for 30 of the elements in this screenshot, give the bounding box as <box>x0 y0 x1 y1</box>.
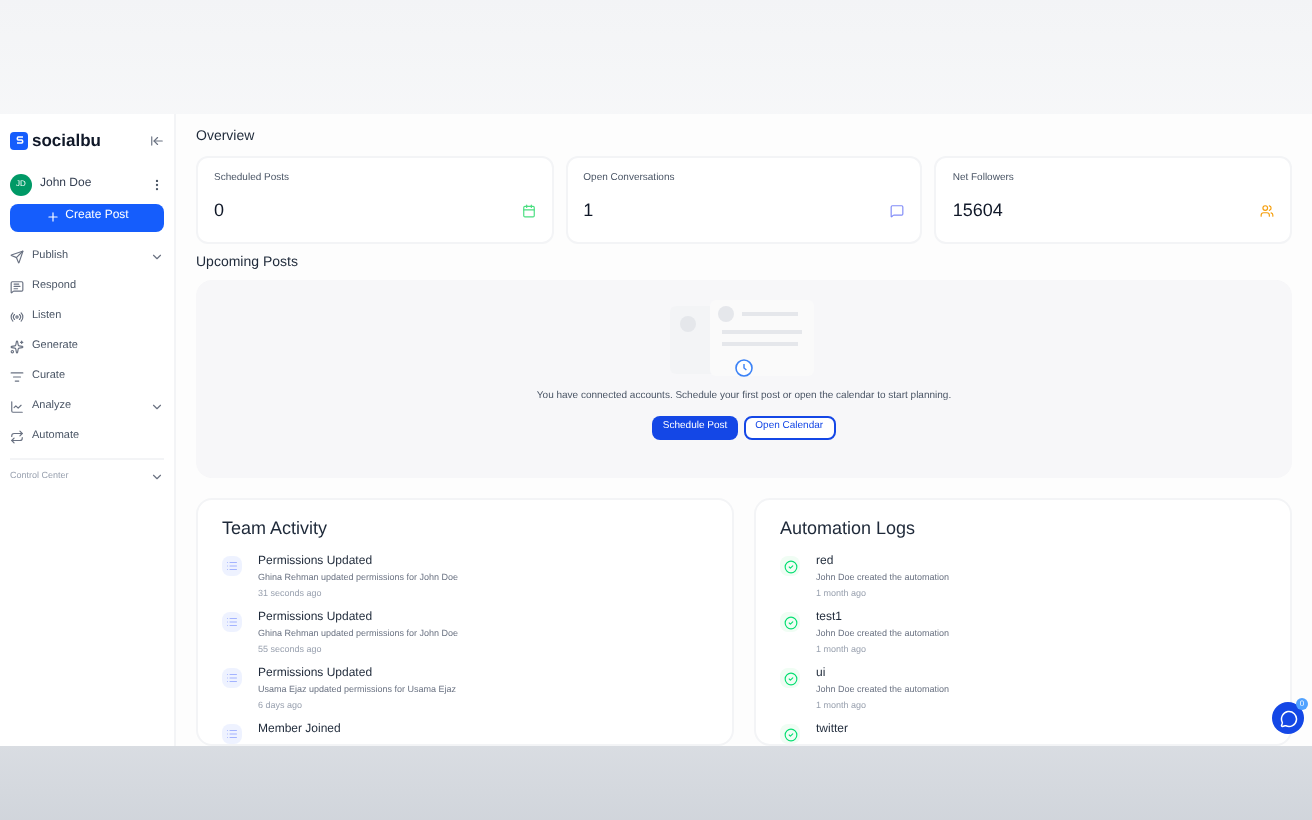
send-icon <box>10 249 24 264</box>
check-icon <box>780 668 800 688</box>
check-icon <box>780 556 800 576</box>
users-icon <box>1260 204 1274 219</box>
brand-name: socialbu <box>32 128 101 154</box>
stat-value: 1 <box>583 198 594 224</box>
chat-icon <box>10 279 24 294</box>
chart-icon <box>10 399 24 414</box>
chat-icon <box>1279 709 1297 727</box>
panel-title: Automation Logs <box>780 515 918 542</box>
message-icon <box>890 204 905 219</box>
plus-icon <box>45 210 60 225</box>
logo-icon <box>10 131 28 150</box>
list-icon <box>222 556 242 576</box>
repeat-icon <box>10 429 24 444</box>
check-icon <box>780 612 800 632</box>
collapse-icon[interactable] <box>150 133 164 148</box>
sparkle-icon <box>10 339 24 354</box>
list-icon <box>10 369 24 384</box>
stat-value: 0 <box>214 198 225 224</box>
broadcast-icon <box>10 309 24 324</box>
list-icon <box>222 668 242 688</box>
stat-value: 15604 <box>952 198 1003 224</box>
panel-title: Team Activity <box>222 515 330 542</box>
list-icon <box>222 612 242 632</box>
chevron-icon[interactable] <box>150 249 164 264</box>
chevron-icon[interactable] <box>150 399 164 414</box>
calendar-icon <box>521 204 536 219</box>
more-icon[interactable] <box>150 177 164 192</box>
chevron-icon[interactable] <box>150 469 164 484</box>
